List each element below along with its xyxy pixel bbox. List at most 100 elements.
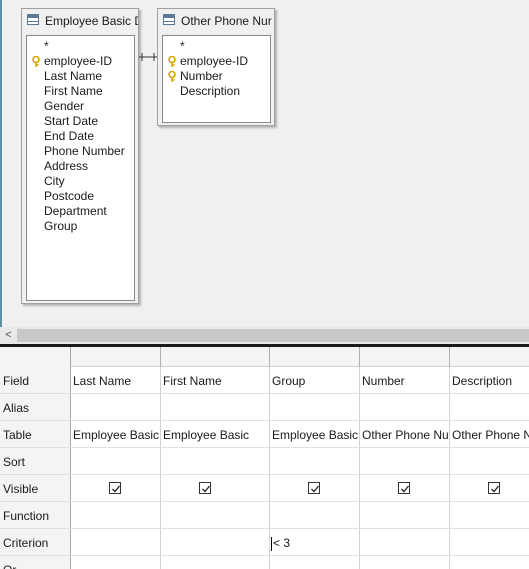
table-field-item[interactable]: Address xyxy=(27,159,134,174)
table-field-list[interactable]: * employee-ID Number Description xyxy=(162,35,271,123)
table-field-name: Number xyxy=(180,69,223,83)
grid-cell-alias[interactable] xyxy=(270,395,358,422)
table-field-name: Phone Number xyxy=(44,144,125,158)
table-field-item[interactable]: Last Name xyxy=(27,69,134,84)
table-field-name: * xyxy=(180,39,185,53)
table-field-name: * xyxy=(44,39,49,53)
grid-cell-field[interactable]: Description xyxy=(450,368,529,395)
table-field-name: Last Name xyxy=(44,69,103,83)
table-field-item[interactable]: Gender xyxy=(27,99,134,114)
grid-cell-field[interactable]: Last Name xyxy=(71,368,159,395)
grid-cell-sort[interactable] xyxy=(270,449,358,476)
table-field-name: employee-ID xyxy=(180,54,249,68)
relation-line[interactable] xyxy=(139,52,159,62)
grid-cell-criterion[interactable] xyxy=(161,530,249,557)
grid-cell-function[interactable] xyxy=(360,503,448,530)
grid-cell-function[interactable] xyxy=(71,503,159,530)
grid-row-label-sort: Sort xyxy=(3,455,26,469)
table-field-item[interactable]: * xyxy=(163,39,270,54)
visible-checkbox[interactable] xyxy=(109,482,121,494)
grid-row-divider xyxy=(0,501,529,502)
visible-checkbox[interactable] xyxy=(398,482,410,494)
grid-cell-table[interactable]: Employee Basic Deta xyxy=(161,422,249,449)
visible-checkbox[interactable] xyxy=(199,482,211,494)
table-window-title: Employee Basic D xyxy=(45,14,138,28)
visible-checkbox[interactable] xyxy=(308,482,320,494)
grid-cell-alias[interactable] xyxy=(450,395,529,422)
table-window-other-phone[interactable]: Other Phone Nur * employee-ID Number Descri… xyxy=(157,8,275,126)
table-field-item[interactable]: employee-ID xyxy=(163,54,270,69)
grid-cell-alias[interactable] xyxy=(360,395,448,422)
grid-cell-sort[interactable] xyxy=(161,449,249,476)
primary-key-icon xyxy=(167,70,177,82)
grid-cell-criterion[interactable] xyxy=(360,530,448,557)
grid-cell-table[interactable]: Other Phone N xyxy=(450,422,529,449)
grid-header-divider[interactable] xyxy=(449,347,450,367)
table-window-title-bar[interactable]: Other Phone Nur xyxy=(158,9,274,31)
left-accent-strip xyxy=(0,0,2,327)
table-field-item[interactable]: End Date xyxy=(27,129,134,144)
table-icon xyxy=(163,14,175,25)
grid-cell-or[interactable] xyxy=(161,557,249,569)
grid-cell-alias[interactable] xyxy=(71,395,159,422)
table-field-item[interactable]: Department xyxy=(27,204,134,219)
table-field-name: Start Date xyxy=(44,114,99,128)
grid-cell-criterion[interactable] xyxy=(450,530,529,557)
visible-checkbox[interactable] xyxy=(488,482,500,494)
grid-cell-sort[interactable] xyxy=(450,449,529,476)
table-field-item[interactable]: * xyxy=(27,39,134,54)
grid-cell-function[interactable] xyxy=(450,503,529,530)
grid-cell-table[interactable]: Other Phone Nu xyxy=(360,422,448,449)
query-design-area[interactable]: Employee Basic D * employee-ID Last Name Fi… xyxy=(0,0,529,327)
table-field-name: Address xyxy=(44,159,89,173)
grid-cell-table[interactable]: Employee Basic I xyxy=(71,422,159,449)
grid-header-divider[interactable] xyxy=(160,347,161,367)
table-field-item[interactable]: Description xyxy=(163,84,270,99)
table-field-item[interactable]: Postcode xyxy=(27,189,134,204)
grid-cell-or[interactable] xyxy=(71,557,159,569)
table-field-list[interactable]: * employee-ID Last Name First Name Gender Sta… xyxy=(26,35,135,301)
grid-cell-function[interactable] xyxy=(270,503,358,530)
grid-cell-alias[interactable] xyxy=(161,395,249,422)
table-field-item[interactable]: City xyxy=(27,174,134,189)
table-field-item[interactable]: Phone Number xyxy=(27,144,134,159)
grid-cell-field[interactable]: Group xyxy=(270,368,358,395)
scroll-thumb[interactable] xyxy=(17,329,529,342)
grid-cell-field[interactable]: First Name xyxy=(161,368,249,395)
table-field-name: First Name xyxy=(44,84,103,98)
grid-cell-sort[interactable] xyxy=(360,449,448,476)
grid-cell-table[interactable]: Employee Basic I xyxy=(270,422,358,449)
table-field-name: End Date xyxy=(44,129,95,143)
table-field-item[interactable]: Group xyxy=(27,219,134,234)
grid-header-divider[interactable] xyxy=(269,347,270,367)
horizontal-scrollbar[interactable]: < xyxy=(0,327,529,344)
table-field-name: Description xyxy=(180,84,241,98)
grid-cell-sort[interactable] xyxy=(71,449,159,476)
table-field-name: Group xyxy=(44,219,78,233)
criterion-value: < 3 xyxy=(273,536,291,550)
table-field-name: Gender xyxy=(44,99,85,113)
grid-cell-field[interactable]: Number xyxy=(360,368,448,395)
table-window-employee-basic[interactable]: Employee Basic D * employee-ID Last Name Fi… xyxy=(21,8,139,304)
primary-key-icon xyxy=(31,55,41,67)
table-field-item[interactable]: Number xyxy=(163,69,270,84)
table-field-item[interactable]: employee-ID xyxy=(27,54,134,69)
grid-row-label-function: Function xyxy=(3,509,50,523)
grid-cell-or[interactable] xyxy=(270,557,358,569)
table-field-item[interactable]: Start Date xyxy=(27,114,134,129)
table-window-title: Other Phone Nur xyxy=(181,14,272,28)
grid-row-label-or: Or xyxy=(3,557,16,569)
primary-key-icon xyxy=(167,55,177,67)
table-field-item[interactable]: First Name xyxy=(27,84,134,99)
table-window-title-bar[interactable]: Employee Basic D xyxy=(22,9,138,31)
scroll-left-arrow[interactable]: < xyxy=(0,327,17,344)
table-icon xyxy=(27,14,39,25)
grid-header-divider[interactable] xyxy=(359,347,360,367)
grid-cell-or[interactable] xyxy=(360,557,448,569)
query-design-grid[interactable]: Field Alias Table Sort Visible Function Criter… xyxy=(0,347,529,569)
grid-cell-or[interactable] xyxy=(450,557,529,569)
table-field-name: Postcode xyxy=(44,189,95,203)
criterion-input[interactable]: < 3 xyxy=(271,530,358,557)
grid-cell-criterion[interactable] xyxy=(71,530,159,557)
grid-cell-function[interactable] xyxy=(161,503,249,530)
